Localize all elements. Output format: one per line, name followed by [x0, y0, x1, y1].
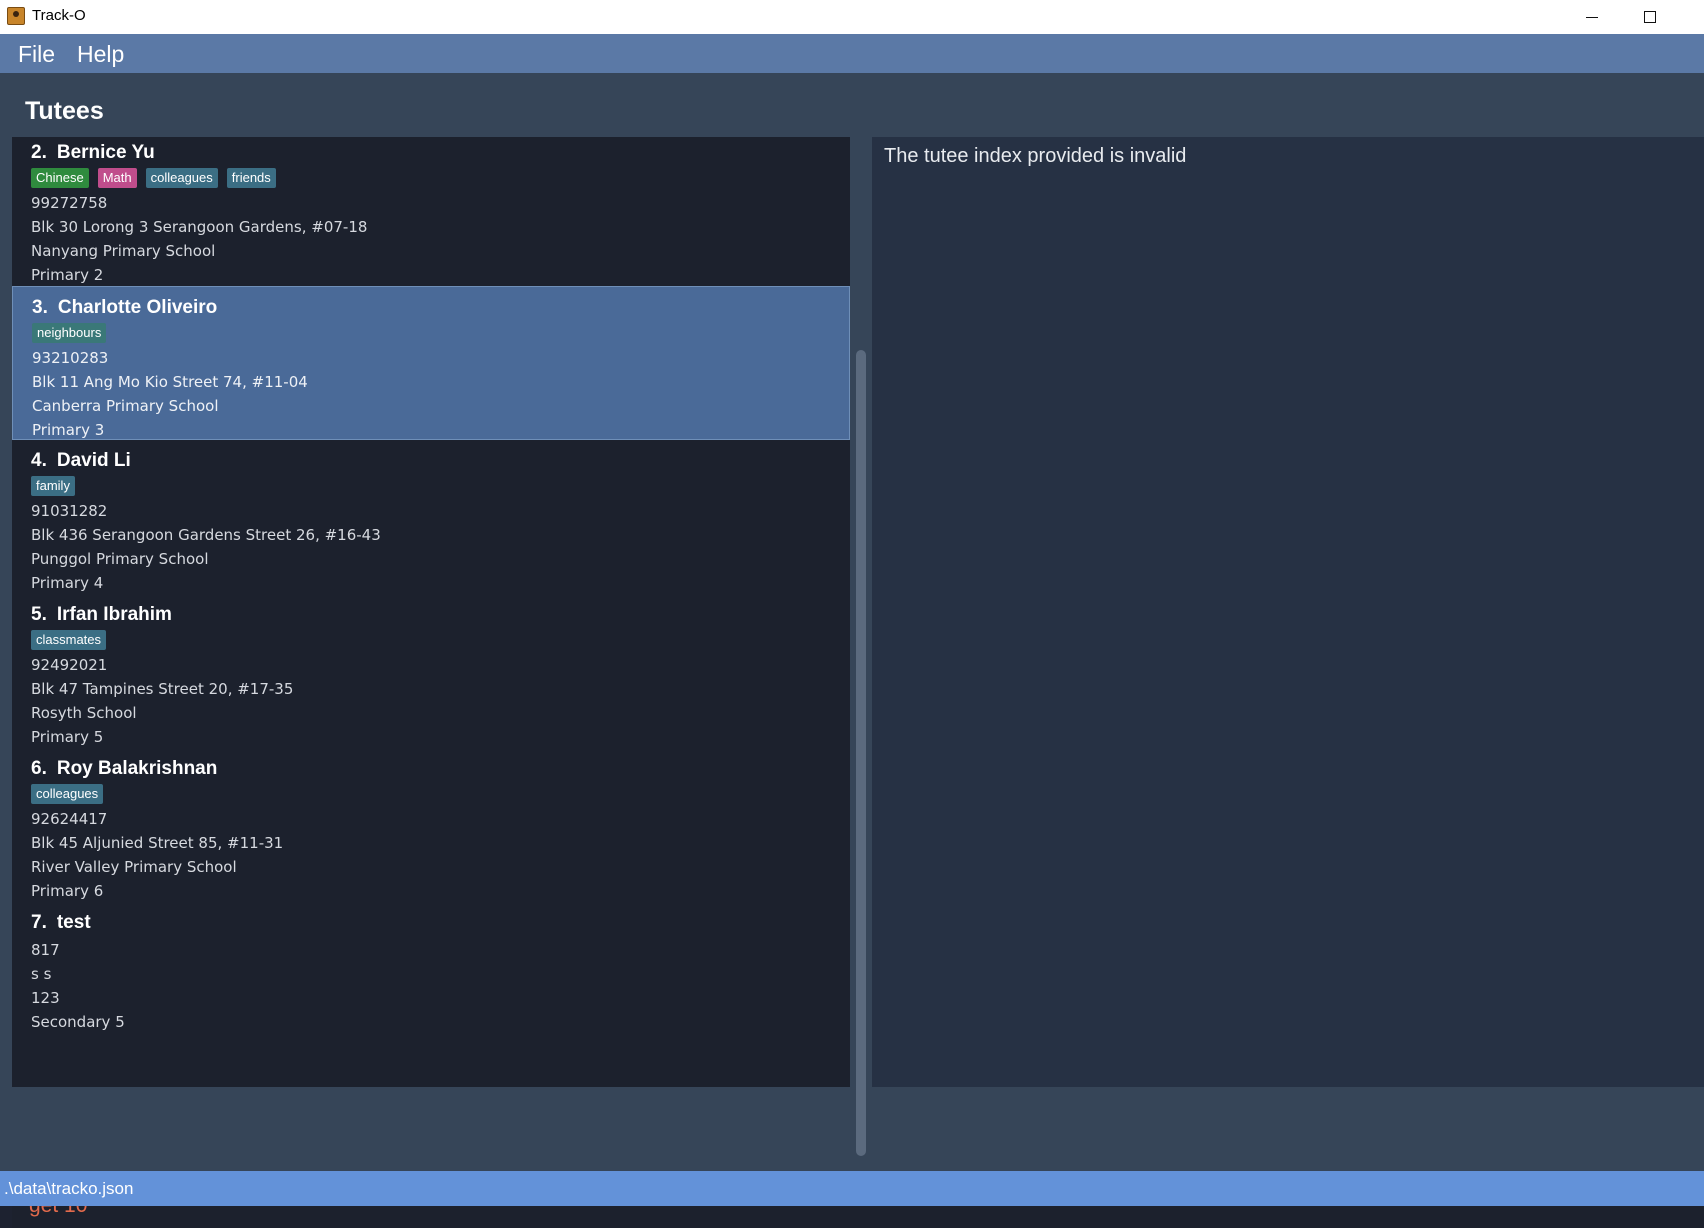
tutee-tags: family	[31, 476, 850, 499]
tutee-address: s s	[31, 965, 52, 983]
tutee-school: Rosyth School	[31, 704, 137, 722]
tutee-phone: 92624417	[31, 810, 108, 828]
main-area: Tutees 1.Nan Hua Primary SchoolPrimary 1…	[0, 73, 1704, 1228]
tutee-phone: 92492021	[31, 656, 108, 674]
tutee-card-header: 5. Irfan Ibrahim	[31, 594, 850, 630]
tutee-card[interactable]: 7. test 817 s s 123 Secondary 5	[12, 902, 850, 1033]
tag-badge: neighbours	[32, 323, 107, 343]
tutee-level: Secondary 5	[31, 1013, 125, 1031]
tutee-school: Punggol Primary School	[31, 550, 209, 568]
tag-badge: colleagues	[145, 168, 218, 188]
tutee-level: Primary 6	[31, 882, 104, 900]
tutee-tags: classmates	[31, 630, 850, 653]
tutee-level: Primary 5	[31, 728, 104, 746]
tag-badge: colleagues	[31, 784, 104, 804]
menu-file[interactable]: File	[18, 39, 55, 70]
tutee-level: Primary 3	[32, 421, 105, 439]
tutee-address: Blk 436 Serangoon Gardens Street 26, #16…	[31, 526, 381, 544]
tutee-name: Irfan Ibrahim	[56, 604, 172, 625]
tag-badge: friends	[226, 168, 276, 188]
panel-title: Tutees	[25, 97, 104, 125]
tutee-index: 7.	[31, 912, 47, 933]
list-scrollbar[interactable]	[854, 137, 868, 1156]
tutee-tags: neighbours	[32, 323, 849, 346]
list-scrollbar-thumb[interactable]	[856, 350, 866, 1156]
tutee-name: Bernice Yu	[56, 142, 155, 163]
tutee-address: Blk 11 Ang Mo Kio Street 74, #11-04	[32, 373, 308, 391]
tutee-index: 4.	[31, 450, 47, 471]
tutee-address: Blk 45 Aljunied Street 85, #11-31	[31, 834, 284, 852]
tutee-card[interactable]: 2. Bernice Yu Chinese Math colleagues friends…	[12, 137, 850, 286]
tutee-list-content: 1.Nan Hua Primary SchoolPrimary 12.Berni…	[12, 137, 850, 1033]
tutee-name: Charlotte Oliveiro	[57, 297, 218, 318]
app-icon	[7, 7, 25, 25]
tutee-list[interactable]: 1.Nan Hua Primary SchoolPrimary 12.Berni…	[12, 137, 850, 1087]
tutee-card[interactable]: 5. Irfan Ibrahim classmates 92492021 Blk 47 …	[12, 594, 850, 748]
tutee-name: David Li	[56, 450, 131, 471]
maximize-icon	[1644, 11, 1656, 23]
tutee-index: 3.	[32, 297, 48, 318]
tag-badge: Chinese	[31, 168, 89, 188]
tutee-card-header: 2. Bernice Yu	[31, 137, 850, 168]
tutee-phone: 99272758	[31, 194, 108, 212]
tutee-card[interactable]: 4. David Li family 91031282 Blk 436 Serangoo…	[12, 440, 850, 594]
tutee-address: Blk 47 Tampines Street 20, #17-35	[31, 680, 294, 698]
tutee-index: 2.	[31, 142, 47, 163]
tutee-card-header: 7. test	[31, 902, 850, 938]
tutee-address: Blk 30 Lorong 3 Serangoon Gardens, #07-1…	[31, 218, 368, 236]
tutee-phone: 817	[31, 941, 60, 959]
tutee-card[interactable]: 6. Roy Balakrishnan colleagues 92624417 Blk …	[12, 748, 850, 902]
result-display: The tutee index provided is invalid	[872, 137, 1704, 1087]
window-title-bar: Track-O	[0, 0, 1704, 34]
tutee-school: Canberra Primary School	[32, 397, 219, 415]
tutee-level: Primary 4	[31, 574, 104, 592]
minimize-icon	[1586, 16, 1598, 18]
maximize-button[interactable]	[1621, 0, 1679, 34]
tutee-index: 5.	[31, 604, 47, 625]
minimize-button[interactable]	[1563, 0, 1621, 34]
tutee-card-header: 4. David Li	[31, 440, 850, 476]
tutee-name: Roy Balakrishnan	[56, 758, 218, 779]
menu-bar: File Help	[0, 34, 1704, 73]
tutee-phone: 91031282	[31, 502, 108, 520]
tutee-index: 6.	[31, 758, 47, 779]
result-message: The tutee index provided is invalid	[884, 145, 1187, 167]
tutee-card[interactable]: 3. Charlotte Oliveiro neighbours 93210283 Bl…	[12, 286, 850, 440]
tag-badge: family	[31, 476, 75, 496]
tutee-school: River Valley Primary School	[31, 858, 237, 876]
tutee-tags: colleagues	[31, 784, 850, 807]
tag-badge: classmates	[31, 630, 107, 650]
tutee-phone: 93210283	[32, 349, 109, 367]
menu-help[interactable]: Help	[77, 39, 124, 70]
tutee-level: Primary 2	[31, 266, 104, 284]
tutee-school: 123	[31, 989, 60, 1007]
tutee-card-header: 6. Roy Balakrishnan	[31, 748, 850, 784]
tutee-tags: Chinese Math colleagues friends	[31, 168, 850, 191]
status-bar: .\data\tracko.json	[0, 1171, 1704, 1206]
status-file-path: .\data\tracko.json	[4, 1179, 134, 1198]
tutee-name: test	[56, 912, 91, 933]
tutee-card-header: 3. Charlotte Oliveiro	[32, 287, 849, 323]
tag-badge: Math	[97, 168, 137, 188]
window-title: Track-O	[32, 7, 86, 24]
tutee-school: Nanyang Primary School	[31, 242, 216, 260]
